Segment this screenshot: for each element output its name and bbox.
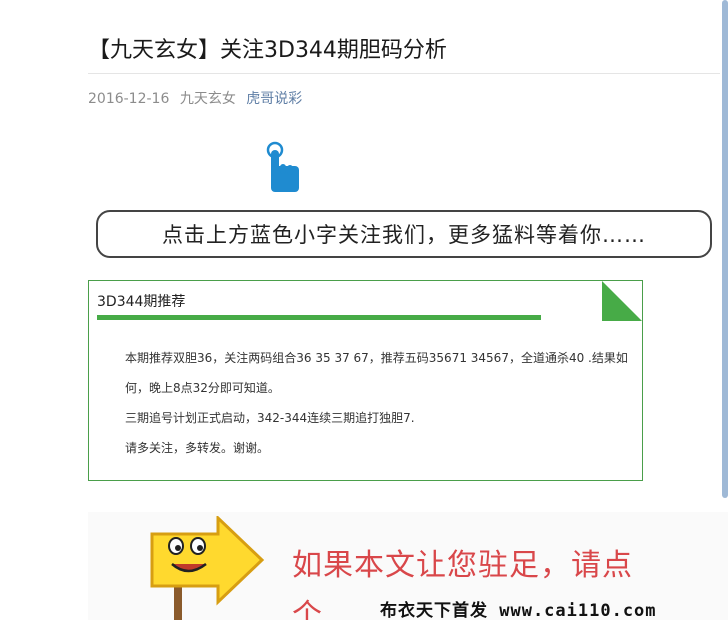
article-author: 九天玄女 [179,91,236,107]
recommendation-line: 三期追号计划正式启动，342-344连续三期追打独胆7. [125,411,415,425]
recommendation-box: 3D344期推荐 本期推荐双胆36，关注两码组合36 35 37 67，推荐五码… [88,280,643,481]
article-meta: 2016-12-16 九天玄女 虎哥说彩 [88,88,308,108]
footer-slogan-tail: 个 [292,598,322,620]
recommendation-body: 本期推荐双胆36，关注两码组合36 35 37 67，推荐五码35671 345… [99,343,634,463]
account-link[interactable]: 虎哥说彩 [246,91,302,107]
corner-triangle-icon [602,281,642,321]
footer-brand-watermark: 布衣天下首发 www.cai110.com [380,601,657,620]
recommendation-underline [97,315,541,320]
footer-slogan: 如果本文让您驻足，请点 [292,548,633,583]
article-title: 【九天玄女】关注3D344期胆码分析 [88,38,447,63]
follow-notice: 点击上方蓝色小字关注我们，更多猛料等着你…… [96,210,712,258]
recommendation-line: 请多关注，多转发。谢谢。 [125,441,270,455]
recommendation-title: 3D344期推荐 [97,294,186,310]
title-divider [88,73,720,74]
recommendation-line: 本期推荐双胆36，关注两码组合36 35 37 67，推荐五码35671 345… [125,351,628,395]
arrow-mascot-icon [150,516,265,620]
article-date: 2016-12-16 [88,91,170,107]
page-scrollbar[interactable] [722,0,728,498]
follow-banner: 点击上方蓝色小字关注我们，更多猛料等着你…… [88,132,720,272]
footer-banner-image: 如果本文让您驻足，请点 个 布衣天下首发 www.cai110.com [88,512,728,620]
pointing-finger-icon [266,141,299,192]
